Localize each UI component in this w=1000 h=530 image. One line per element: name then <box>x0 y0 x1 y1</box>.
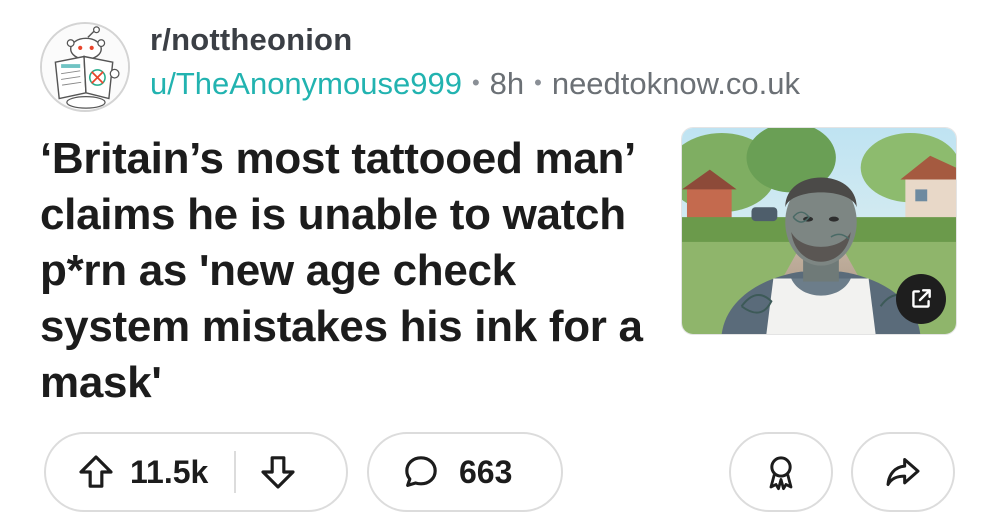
speech-bubble-icon <box>405 456 437 487</box>
post-card[interactable]: r/nottheonion u/TheAnonymouse999 • 8h • need… <box>0 0 1000 530</box>
downvote-button[interactable] <box>258 452 298 492</box>
post-meta: u/TheAnonymouse999 • 8h • needtoknow.co.uk <box>150 66 800 102</box>
award-button[interactable] <box>729 432 833 512</box>
share-arrow-icon <box>886 458 920 486</box>
vote-divider <box>234 451 237 493</box>
arrow-up-icon <box>79 455 113 488</box>
upvote-count: 11.5k <box>130 453 209 490</box>
comments-button[interactable]: 663 <box>367 432 563 512</box>
meta-separator: • <box>534 70 542 95</box>
comment-count: 663 <box>459 453 513 490</box>
share-button[interactable] <box>851 432 955 512</box>
upvote-button[interactable] <box>76 452 116 492</box>
external-link-button[interactable] <box>896 274 946 324</box>
subreddit-name[interactable]: r/nottheonion <box>150 22 352 58</box>
link-domain[interactable]: needtoknow.co.uk <box>552 66 800 101</box>
subreddit-avatar[interactable] <box>40 22 130 112</box>
arrow-down-icon <box>261 456 295 489</box>
meta-separator: • <box>471 70 480 95</box>
award-ribbon-icon <box>769 456 793 491</box>
post-title[interactable]: ‘Britain’s most tattooed man’ claims he … <box>40 131 660 411</box>
post-age: 8h <box>489 66 525 101</box>
external-link-icon <box>912 289 931 308</box>
author-username[interactable]: u/TheAnonymouse999 <box>150 66 462 101</box>
snoo-newspaper-icon <box>42 24 128 110</box>
vote-bar: 11.5k <box>44 432 348 512</box>
link-thumbnail[interactable] <box>681 127 957 335</box>
comment-icon-wrap <box>401 452 441 492</box>
